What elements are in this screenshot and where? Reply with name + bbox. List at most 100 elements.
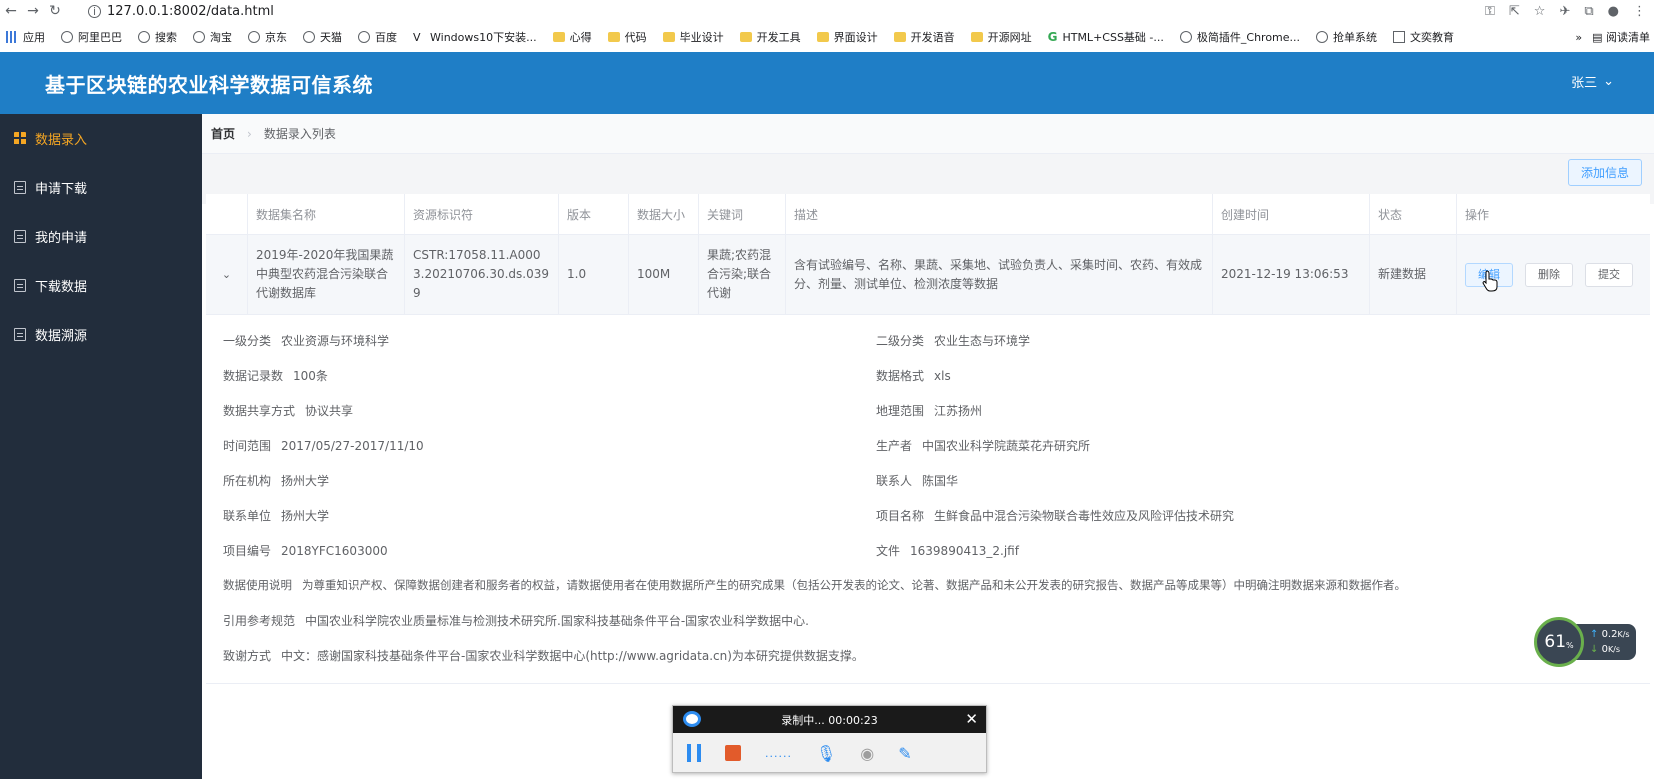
bookmark-chrome-plugin[interactable]: 极简插件_Chrome... [1179,29,1300,45]
detail-project-no: 项目编号 2018YFC1603000 [223,544,388,558]
forward-icon[interactable]: → [22,0,44,22]
globe-icon [61,31,73,43]
back-icon[interactable]: ← [0,0,22,22]
delete-button[interactable]: 删除 [1525,262,1573,287]
bookmark-opensource[interactable]: 开源网址 [970,29,1032,45]
document-icon [14,328,26,341]
detail-level1: 一级分类 农业资源与环境科学 [223,334,390,348]
table-row: ⌄ 2019年-2020年我国果蔬中典型农药混合污染联合代谢数据库 CSTR:1… [206,235,1650,315]
plugin-logo-icon [1179,31,1192,43]
pen-icon[interactable]: ✎ [898,744,911,763]
menu-dots-icon[interactable]: ⋮ [1633,4,1646,19]
detail-records: 数据记录数 100条 [223,369,328,383]
close-icon[interactable]: ✕ [965,710,978,728]
bookmark-taobao[interactable]: 淘宝 [193,29,232,45]
bookmark-xinde[interactable]: 心得 [552,29,592,45]
detail-time: 时间范围 2017/05/27-2017/11/10 [223,439,424,453]
detail-project-name: 项目名称 生鲜食品中混合污染物联合毒性效应及风险评估技术研究 [876,509,1235,523]
webcam-icon[interactable]: ◉ [860,744,874,763]
detail-contact-unit: 联系单位 扬州大学 [223,509,330,523]
reading-list-icon: ▤ [1592,31,1606,44]
bookmark-ui-design[interactable]: 界面设计 [816,29,878,45]
bookmark-code[interactable]: 代码 [607,29,647,45]
add-info-button[interactable]: 添加信息 [1567,159,1642,186]
globe-icon [358,31,370,43]
bookmark-dev-lang[interactable]: 开发语音 [893,29,955,45]
breadcrumb: 首页 › 数据录入列表 [202,114,1654,154]
info-icon[interactable]: i [88,4,101,18]
address-bar[interactable]: i 127.0.0.1:8002/data.html [88,2,274,20]
folder-icon [662,32,675,42]
cell-size: 100M [629,235,699,314]
bookmark-baidu[interactable]: 百度 [358,29,397,45]
table-header: 数据集名称 资源标识符 版本 数据大小 关键词 描述 创建时间 状态 操作 [206,194,1650,235]
app-header: 基于区块链的农业科学数据可信系统 张三 ⌄ [0,52,1654,114]
folder-icon [739,32,752,42]
breadcrumb-home[interactable]: 首页 [211,125,235,142]
browser-actions: ⚿ ⇱ ☆ ✈ ⧉ ● ⋮ [1485,0,1646,22]
bookmarks-overflow: » ▤ 阅读清单 [1567,22,1650,52]
table-header-cell: 状态 [1370,194,1457,234]
chevron-down-icon: ⌄ [1603,74,1614,89]
screen-recorder: 录制中... 00:00:23 ✕ ...... 🎙 ◉ ✎ [672,705,987,773]
recorder-controls: ...... 🎙 ◉ ✎ [673,733,986,773]
user-dropdown[interactable]: 张三 ⌄ [1571,72,1614,91]
detail-citation: 引用参考规范 中国农业科学院农业质量标准与检测技术研究所.国家科技基础条件平台-国… [223,614,809,628]
bookmark-graduation[interactable]: 毕业设计 [662,29,724,45]
sidebar-item-data-entry[interactable]: 数据录入 [0,114,202,163]
sidebar-item-apply-download[interactable]: 申请下载 [0,163,202,212]
bookmark-jd[interactable]: 京东 [248,29,287,45]
reload-icon[interactable]: ↻ [44,0,66,22]
pause-icon[interactable] [687,744,701,762]
share-icon[interactable]: ⇱ [1509,4,1520,19]
recorder-dots: ...... [765,746,792,760]
key-icon[interactable]: ⚿ [1485,4,1495,19]
apps-grid-icon [6,31,18,43]
star-icon[interactable]: ☆ [1534,4,1546,19]
sidebar-item-my-applications[interactable]: 我的申请 [0,212,202,261]
sidebar-item-data-trace[interactable]: 数据溯源 [0,310,202,359]
page-icon [1393,31,1406,43]
grid-icon [14,132,26,145]
network-speed-widget[interactable]: ↑ 0.2K/s ↓ 0K/s 61% [1534,616,1638,668]
bookmark-search[interactable]: 搜索 [138,29,177,45]
v-logo-icon: V [413,31,421,44]
puzzle-icon[interactable]: ⧉ [1584,4,1593,19]
table-header-cell: 操作 [1465,207,1490,222]
bookmark-htmlcss[interactable]: G HTML+CSS基础 -... [1048,29,1164,45]
sidebar-item-download-data[interactable]: 下载数据 [0,261,202,310]
memory-usage-circle: 61% [1534,617,1584,667]
bookmark-apps[interactable]: 应用 [6,29,45,45]
document-icon [14,230,26,243]
cell-identifier: CSTR:17058.11.A0003.20210706.30.ds.0399 [405,235,559,314]
browser-toolbar: ← → ↻ i 127.0.0.1:8002/data.html ⚿ ⇱ ☆ ✈… [0,0,1654,22]
bookmark-alibaba[interactable]: 阿里巴巴 [61,29,122,45]
folder-icon [816,32,829,42]
detail-format: 数据格式 xls [876,369,951,383]
folder-icon [607,32,620,42]
url-text: 127.0.0.1:8002/data.html [107,3,274,19]
expand-row-button[interactable]: ⌄ [206,235,248,314]
sidebar: 数据录入 申请下载 我的申请 下载数据 数据溯源 [0,114,202,779]
bookmarks-more-button[interactable]: » [1575,31,1582,44]
microphone-icon[interactable]: 🎙 [816,744,836,763]
bookmark-windows10[interactable]: V Windows10下安装... [413,29,537,45]
app-title: 基于区块链的农业科学数据可信系统 [45,72,373,97]
globe-icon [138,31,150,43]
table-header-cell: 关键词 [699,194,786,234]
bookmark-wenyi[interactable]: 文奕教育 [1393,29,1454,45]
chevron-down-icon: ⌄ [221,268,232,281]
extension-bird-icon[interactable]: ✈ [1559,4,1570,19]
detail-contact: 联系人 陈国华 [876,474,959,488]
download-arrow-icon: ↓ [1590,644,1602,655]
main-content: 首页 › 数据录入列表 添加信息 数据集名称 资源标识符 版本 数据大小 关键词… [202,114,1654,779]
profile-icon[interactable]: ● [1608,4,1619,19]
cell-created: 2021-12-19 13:06:53 [1213,235,1370,314]
bookmark-tmall[interactable]: 天猫 [303,29,342,45]
stop-icon[interactable] [725,745,741,761]
bookmark-devtools[interactable]: 开发工具 [739,29,801,45]
reading-list-button[interactable]: ▤ 阅读清单 [1592,29,1650,45]
detail-share: 数据共享方式 协议共享 [223,404,354,418]
submit-button[interactable]: 提交 [1585,262,1633,287]
bookmark-grab-order[interactable]: 抢单系统 [1316,29,1377,45]
